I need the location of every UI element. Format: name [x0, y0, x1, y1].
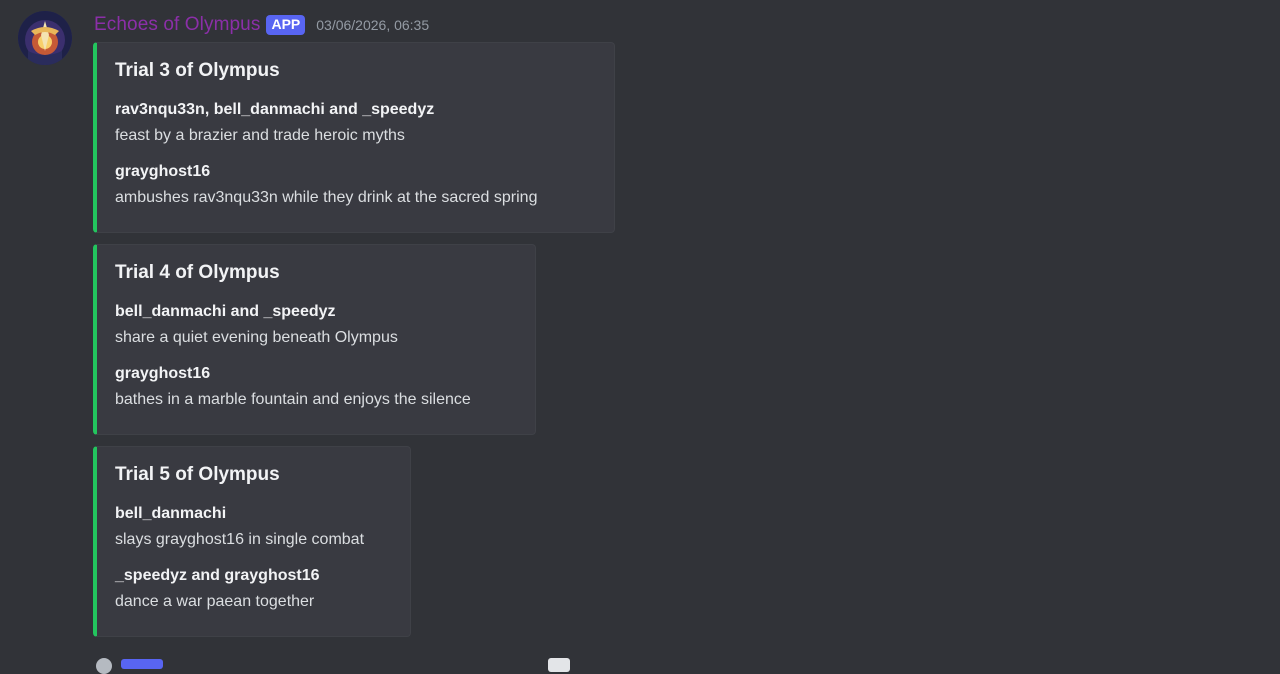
attachment-icon[interactable]	[548, 658, 570, 672]
embed-title: Trial 3 of Olympus	[115, 60, 280, 81]
reaction-pill[interactable]	[121, 659, 163, 669]
field-value: slays grayghost16 in single combat	[115, 531, 365, 548]
embed-title: Trial 5 of Olympus	[115, 464, 280, 485]
field-value: dance a war paean together	[115, 593, 315, 610]
embed-field: rav3nqu33n, bell_danmachi and _speedyz f…	[115, 99, 434, 147]
embed-card: Trial 3 of Olympus rav3nqu33n, bell_danm…	[93, 42, 615, 233]
field-name: bell_danmachi	[115, 505, 227, 522]
field-value: share a quiet evening beneath Olympus	[115, 329, 398, 346]
field-name: rav3nqu33n, bell_danmachi and _speedyz	[115, 101, 435, 118]
field-value: ambushes rav3nqu33n while they drink at …	[115, 189, 538, 206]
field-value: feast by a brazier and trade heroic myth…	[115, 127, 405, 144]
reaction-icon[interactable]	[96, 658, 112, 674]
field-value: bathes in a marble fountain and enjoys t…	[115, 391, 471, 408]
field-name: grayghost16	[115, 365, 211, 382]
bot-message: Echoes of Olympus APP 03/06/2026, 06:35 …	[0, 0, 1280, 674]
embed-field: grayghost16 ambushes rav3nqu33n while th…	[115, 161, 537, 209]
app-badge: APP	[266, 15, 306, 35]
embed-field: _speedyz and grayghost16 dance a war pae…	[115, 565, 320, 613]
embed-card: Trial 4 of Olympus bell_danmachi and _sp…	[93, 244, 536, 435]
field-name: grayghost16	[115, 163, 211, 180]
message-timestamp: 03/06/2026, 06:35	[316, 17, 430, 33]
olympus-avatar-icon[interactable]	[18, 11, 72, 65]
embed-field: bell_danmachi and _speedyz share a quiet…	[115, 301, 398, 349]
embed-field: grayghost16 bathes in a marble fountain …	[115, 363, 471, 411]
embed-card: Trial 5 of Olympus bell_danmachi slays g…	[93, 446, 411, 637]
embed-title: Trial 4 of Olympus	[115, 262, 280, 283]
embed-field: bell_danmachi slays grayghost16 in singl…	[115, 503, 364, 551]
field-name: bell_danmachi and _speedyz	[115, 303, 336, 320]
author-name[interactable]: Echoes of Olympus	[94, 14, 260, 36]
field-name: _speedyz and grayghost16	[115, 567, 320, 584]
message-header: Echoes of Olympus APP 03/06/2026, 06:35	[94, 12, 429, 38]
